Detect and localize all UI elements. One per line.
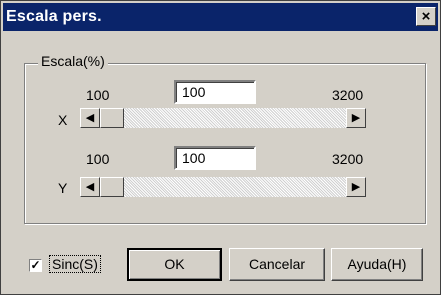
sync-checkbox-label[interactable]: Sinc(S) bbox=[49, 255, 101, 273]
x-right-arrow-button[interactable]: ▶ bbox=[346, 108, 366, 128]
left-arrow-icon: ◀ bbox=[85, 181, 95, 193]
right-arrow-icon: ▶ bbox=[351, 112, 361, 124]
close-button[interactable]: × bbox=[416, 7, 436, 26]
title-bar[interactable]: Escala pers. × bbox=[3, 3, 438, 31]
right-arrow-icon: ▶ bbox=[351, 181, 361, 193]
ok-button[interactable]: OK bbox=[127, 248, 222, 281]
left-arrow-icon: ◀ bbox=[85, 112, 95, 124]
window-title: Escala pers. bbox=[6, 8, 102, 25]
y-max-label: 3200 bbox=[332, 151, 364, 167]
y-axis-label: Y bbox=[58, 180, 68, 196]
close-icon: × bbox=[421, 8, 431, 25]
x-slider-thumb[interactable] bbox=[100, 108, 124, 128]
y-right-arrow-button[interactable]: ▶ bbox=[346, 177, 366, 197]
x-max-label: 3200 bbox=[332, 87, 364, 103]
sync-checkbox[interactable]: ✓ bbox=[29, 259, 42, 272]
group-label: Escala(%) bbox=[38, 53, 108, 69]
help-button[interactable]: Ayuda(H) bbox=[331, 248, 423, 281]
x-axis-label: X bbox=[58, 112, 68, 128]
cancel-button[interactable]: Cancelar bbox=[229, 248, 325, 281]
x-value-field[interactable]: 100 bbox=[174, 80, 256, 104]
x-left-arrow-button[interactable]: ◀ bbox=[80, 108, 100, 128]
y-slider-thumb[interactable] bbox=[100, 177, 124, 197]
y-left-arrow-button[interactable]: ◀ bbox=[80, 177, 100, 197]
y-min-label: 100 bbox=[86, 151, 110, 167]
y-value-field[interactable]: 100 bbox=[174, 146, 256, 170]
check-mark-icon: ✓ bbox=[30, 258, 41, 272]
x-min-label: 100 bbox=[86, 87, 110, 103]
